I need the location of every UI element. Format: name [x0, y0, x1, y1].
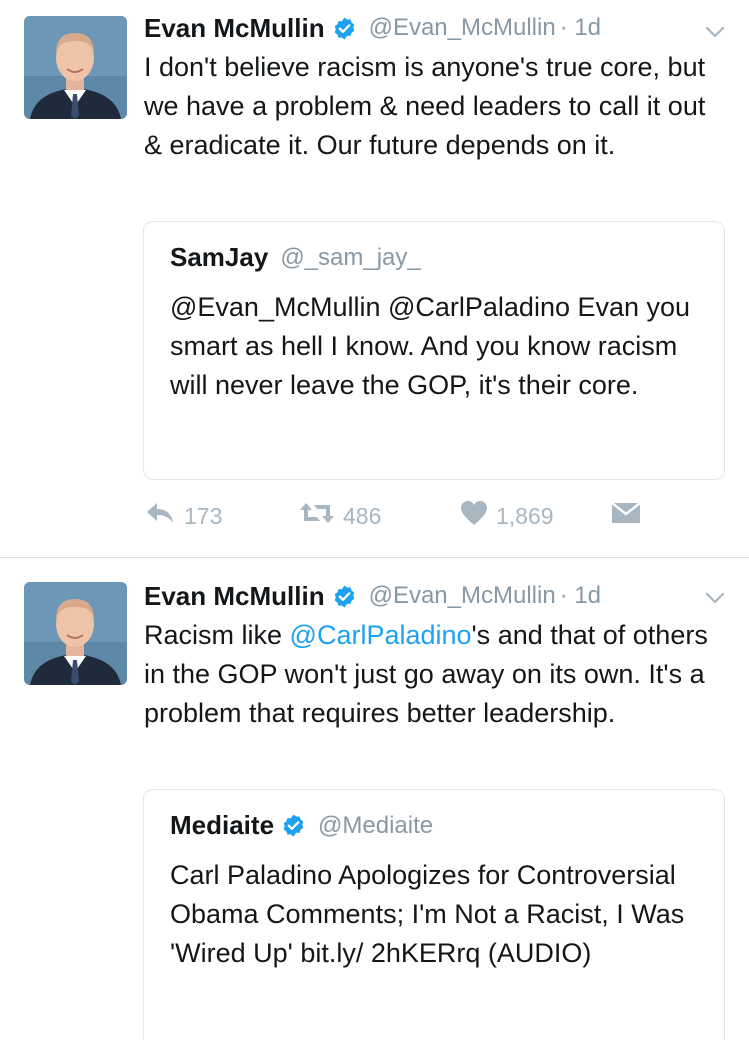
tweet-timestamp[interactable]: · 1d — [560, 582, 601, 610]
verified-badge-icon — [332, 584, 357, 609]
quoted-author-handle[interactable]: @Mediaite — [318, 812, 433, 840]
tweet[interactable]: Evan McMullin @Evan_McMullin · 1d I don'… — [0, 0, 749, 558]
quoted-tweet[interactable]: Mediaite @Mediaite Carl Paladino Apologi… — [143, 789, 725, 1040]
tweet-timestamp[interactable]: · 1d — [560, 14, 601, 42]
tweet[interactable]: Evan McMullin @Evan_McMullin · 1d Racism… — [0, 558, 749, 1040]
author-name[interactable]: Evan McMullin — [144, 13, 325, 44]
retweet-icon — [299, 500, 343, 532]
quoted-tweet-header: Mediaite @Mediaite — [170, 810, 433, 841]
quoted-tweet-text: @Evan_McMullin @CarlPaladino Evan you sm… — [170, 292, 691, 400]
chevron-down-icon[interactable] — [703, 20, 727, 44]
tweet-text: I don't believe racism is anyone's true … — [144, 52, 706, 160]
mention-link[interactable]: @CarlPaladino — [290, 620, 472, 650]
avatar[interactable] — [24, 16, 127, 119]
tweet-actions: 173 486 1,869 — [144, 500, 704, 540]
quoted-tweet[interactable]: SamJay @_sam_jay_ @Evan_McMullin @CarlPa… — [143, 221, 725, 480]
envelope-icon — [610, 500, 650, 532]
retweet-button[interactable]: 486 — [299, 500, 381, 532]
tweet-header: Evan McMullin @Evan_McMullin · 1d — [144, 12, 601, 44]
quoted-author-handle[interactable]: @_sam_jay_ — [280, 244, 420, 272]
retweet-count: 486 — [343, 502, 382, 529]
reply-icon — [144, 500, 184, 532]
tweet-text-start: Racism like — [144, 620, 290, 650]
verified-badge-icon — [332, 16, 357, 41]
author-handle[interactable]: @Evan_McMullin — [369, 14, 556, 42]
tweet-text: Racism like @CarlPaladino's and that of … — [144, 616, 724, 733]
quoted-tweet-header: SamJay @_sam_jay_ — [170, 242, 421, 273]
heart-icon — [460, 500, 496, 532]
chevron-down-icon[interactable] — [703, 586, 727, 610]
direct-message-button[interactable] — [610, 500, 650, 532]
quoted-tweet-text: Carl Paladino Apologizes for Controversi… — [170, 860, 685, 968]
author-name[interactable]: Evan McMullin — [144, 581, 325, 612]
quoted-author-name[interactable]: SamJay — [170, 242, 268, 273]
quoted-author-name[interactable]: Mediaite — [170, 810, 274, 841]
author-handle[interactable]: @Evan_McMullin — [369, 582, 556, 610]
verified-badge-icon — [281, 813, 306, 838]
like-button[interactable]: 1,869 — [460, 500, 554, 532]
reply-button[interactable]: 173 — [144, 500, 222, 532]
like-count: 1,869 — [496, 502, 554, 529]
tweet-header: Evan McMullin @Evan_McMullin · 1d — [144, 580, 601, 612]
avatar[interactable] — [24, 582, 127, 685]
reply-count: 173 — [184, 502, 223, 529]
